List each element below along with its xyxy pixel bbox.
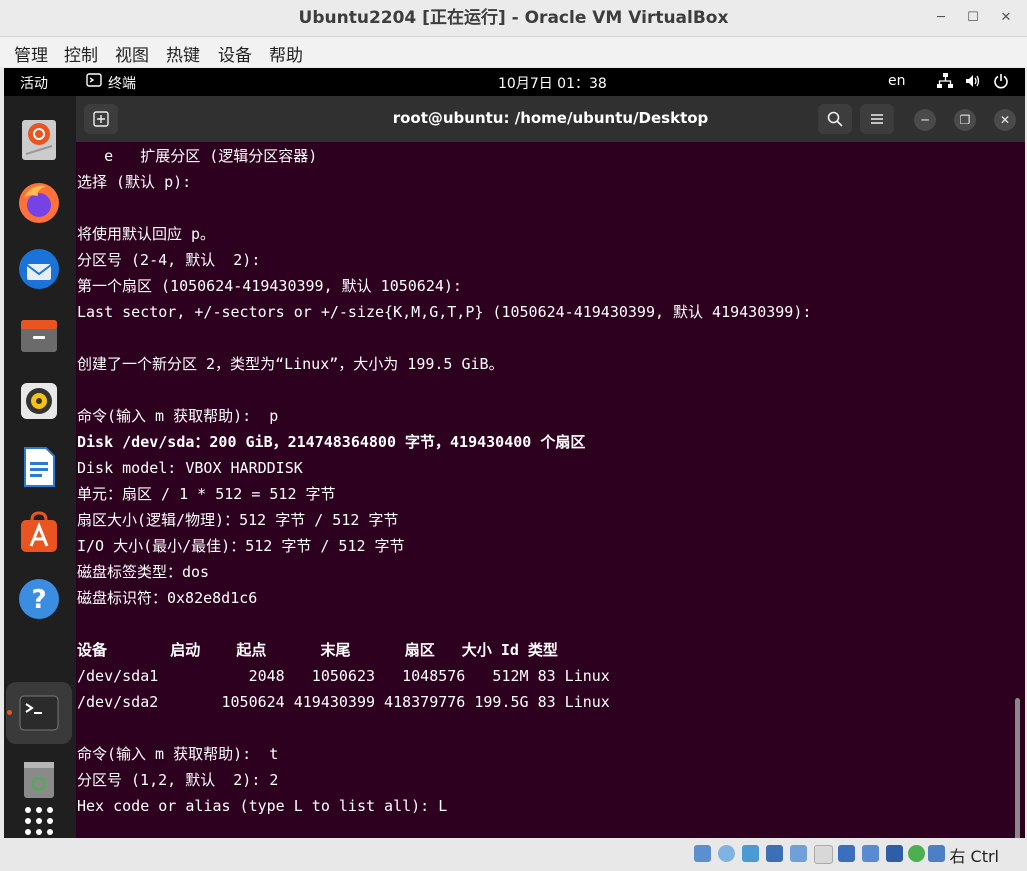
terminal-line: 磁盘标签类型：dos [77, 563, 210, 581]
cpu-virtualization-icon[interactable] [886, 845, 903, 862]
recording-icon[interactable] [862, 845, 879, 862]
vbox-titlebar: Ubuntu2204 [正在运行] - Oracle VM VirtualBox… [0, 0, 1027, 37]
terminal-minimize-button[interactable]: ─ [914, 109, 936, 131]
terminal-line: 将使用默认回应 p。 [77, 225, 216, 243]
ubuntu-dock: ? [4, 96, 76, 838]
guest-screen: 活动 终端 10月7日 01：38 en ? root@ubuntu: /hom… [4, 68, 1025, 838]
terminal-dock-icon[interactable] [16, 690, 62, 736]
terminal-line: 分区号 (2-4, 默认 2): [77, 251, 261, 269]
terminal-line: Disk /dev/sda：200 GiB，214748364800 字节，41… [77, 433, 586, 451]
terminal-line: 创建了一个新分区 2，类型为“Linux”，大小为 199.5 GiB。 [77, 355, 504, 373]
terminal-line: 单元：扇区 / 1 * 512 = 512 字节 [77, 485, 336, 503]
host-key-label: 右 Ctrl [949, 847, 999, 866]
terminal-line: 第一个扇区 (1050624-419430399, 默认 1050624): [77, 277, 462, 295]
terminal-line: I/O 大小(最小/最佳)：512 字节 / 512 字节 [77, 537, 405, 555]
libreoffice-writer-icon[interactable] [16, 444, 62, 490]
minimize-button[interactable]: ─ [932, 9, 950, 27]
volume-icon[interactable] [964, 72, 982, 94]
power-icon[interactable] [992, 72, 1010, 94]
files-icon[interactable] [16, 312, 62, 358]
terminal-output[interactable]: e 扩展分区 (逻辑分区容器) 选择 (默认 p): 将使用默认回应 p。分区号 (… [76, 142, 1021, 838]
keyboard-capture-icon[interactable] [928, 845, 945, 862]
terminal-line: Hex code or alias (type L to list all): … [77, 797, 448, 815]
running-indicator [7, 710, 12, 715]
menu-control[interactable]: 控制 [64, 41, 98, 66]
close-window-button[interactable]: ✕ [997, 9, 1015, 27]
clock[interactable]: 10月7日 01：38 [498, 73, 607, 93]
menu-devices[interactable]: 设备 [218, 41, 252, 66]
terminal-line: 磁盘标识符：0x82e8d1c6 [77, 589, 258, 607]
app-center-icon[interactable] [16, 510, 62, 556]
rhythmbox-icon[interactable] [16, 378, 62, 424]
terminal-line: /dev/sda2 1050624 419430399 418379776 19… [77, 693, 610, 711]
window-title: Ubuntu2204 [正在运行] - Oracle VM VirtualBox [298, 8, 729, 28]
search-icon [827, 111, 843, 127]
vbox-statusbar: 右 Ctrl [0, 838, 1027, 871]
terminal-line: 命令(输入 m 获取帮助): t [77, 745, 279, 763]
maximize-button[interactable]: ☐ [964, 9, 982, 27]
svg-text:?: ? [31, 585, 46, 615]
terminal-line: 选择 (默认 p): [77, 173, 192, 191]
terminal-restore-button[interactable]: ❐ [954, 109, 976, 131]
menu-view[interactable]: 视图 [115, 41, 149, 66]
terminal-line: Disk model: VBOX HARDDISK [77, 459, 303, 477]
app-menu-label[interactable]: 终端 [108, 73, 136, 93]
hamburger-menu-button[interactable] [860, 104, 894, 134]
firefox-icon[interactable] [16, 180, 62, 226]
terminal-close-button[interactable]: ✕ [994, 109, 1016, 131]
thunderbird-icon[interactable] [16, 246, 62, 292]
terminal-line: 设备 启动 起点 末尾 扇区 大小 Id 类型 [77, 641, 558, 659]
terminal-line: Last sector, +/-sectors or +/-size{K,M,G… [77, 303, 812, 321]
hard-disk-icon[interactable] [694, 845, 711, 862]
network-icon[interactable] [936, 72, 954, 94]
mouse-integration-icon[interactable] [908, 845, 925, 862]
shared-folder-icon[interactable] [814, 845, 833, 864]
network-adapter-icon[interactable] [766, 845, 783, 862]
input-language[interactable]: en [888, 73, 906, 89]
terminal-app-icon [86, 72, 102, 92]
terminal-line: 命令(输入 m 获取帮助): p [77, 407, 279, 425]
usb-icon[interactable] [790, 845, 807, 862]
help-icon[interactable]: ? [16, 576, 62, 622]
menu-help[interactable]: 帮助 [269, 41, 303, 66]
menu-manage[interactable]: 管理 [14, 41, 48, 66]
terminal-headerbar: root@ubuntu: /home/ubuntu/Desktop ─ ❐ ✕ [76, 96, 1025, 142]
ubuntu-installer-icon[interactable] [16, 116, 62, 162]
display-icon[interactable] [838, 845, 855, 862]
terminal-line: 扇区大小(逻辑/物理)：512 字节 / 512 字节 [77, 511, 399, 529]
hamburger-icon [871, 114, 883, 124]
gnome-top-bar: 活动 终端 10月7日 01：38 en [4, 68, 1025, 96]
terminal-line: e 扩展分区 (逻辑分区容器) [77, 147, 318, 165]
menu-hotkey[interactable]: 热键 [166, 41, 200, 66]
terminal-line: 分区号 (1,2, 默认 2): 2 [77, 771, 279, 789]
audio-icon[interactable] [742, 845, 759, 862]
search-button[interactable] [818, 104, 852, 134]
optical-drive-icon[interactable] [718, 845, 735, 862]
terminal-scrollbar[interactable] [1015, 698, 1020, 838]
vbox-menubar: 管理 控制 视图 热键 设备 帮助 [0, 37, 1027, 67]
activities-button[interactable]: 活动 [20, 73, 48, 93]
terminal-line: /dev/sda1 2048 1050623 1048576 512M 83 L… [77, 667, 610, 685]
show-apps-icon[interactable] [16, 796, 62, 838]
